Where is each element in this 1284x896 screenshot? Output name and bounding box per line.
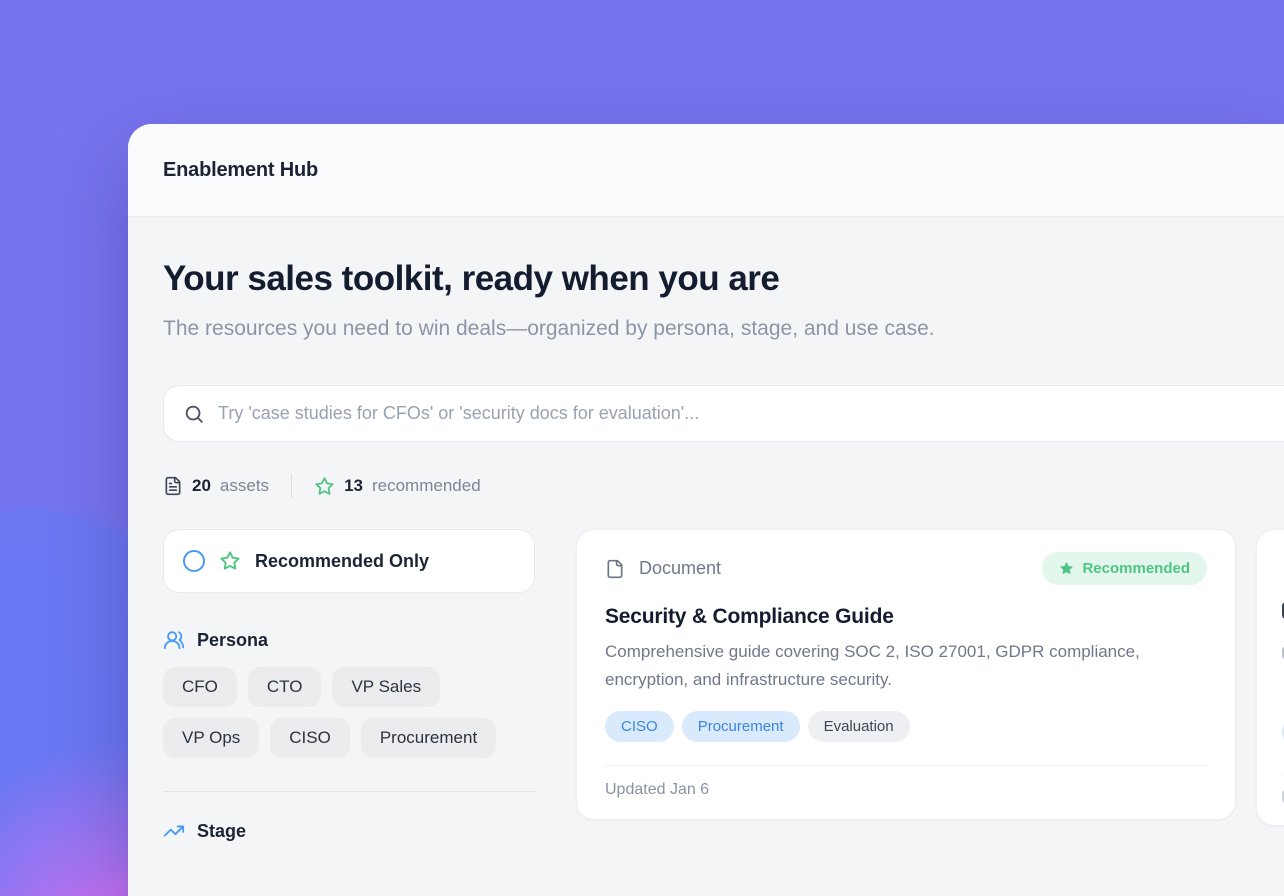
file-icon — [605, 559, 625, 579]
card-header-row: Document Recommended — [605, 552, 1207, 585]
stage-section-label: Stage — [197, 821, 246, 842]
recommended-only-toggle[interactable]: Recommended Only — [163, 529, 535, 593]
asset-card-security-compliance-guide[interactable]: Document Recommended Security & Complian… — [576, 529, 1236, 820]
recommended-badge-label: Recommended — [1082, 560, 1190, 577]
persona-section-label: Persona — [197, 630, 268, 651]
persona-section-header: Persona — [163, 629, 535, 651]
search-input[interactable] — [218, 403, 1284, 424]
enablement-hub-panel: Enablement Hub Your sales toolkit, ready… — [128, 124, 1284, 896]
card-divider — [605, 765, 1207, 766]
search-bar[interactable] — [163, 385, 1284, 442]
app-title: Enablement Hub — [163, 159, 318, 182]
users-icon — [163, 629, 185, 651]
file-text-icon — [163, 476, 183, 496]
radio-circle-icon[interactable] — [183, 550, 205, 572]
panel-header: Enablement Hub — [128, 124, 1284, 217]
asset-card-partial[interactable] — [1256, 529, 1284, 826]
card-type: Document — [605, 558, 721, 579]
card-updated-date: Updated Jan 6 — [605, 781, 1207, 799]
panel-body: Your sales toolkit, ready when you are T… — [128, 259, 1284, 842]
persona-chip-cto[interactable]: CTO — [248, 667, 322, 707]
recommended-count: 13 — [344, 476, 363, 496]
tag-evaluation: Evaluation — [808, 711, 910, 742]
card-tags: CISO Procurement Evaluation — [605, 711, 1207, 742]
recommended-label: recommended — [372, 476, 481, 496]
persona-chips: CFO CTO VP Sales VP Ops CISO Procurement — [163, 667, 535, 758]
star-filled-icon — [1059, 561, 1074, 576]
asset-cards-row: Document Recommended Security & Complian… — [576, 529, 1284, 826]
card-description: Comprehensive guide covering SOC 2, ISO … — [605, 638, 1197, 694]
stats-row: 20 assets 13 recommended — [163, 474, 1284, 498]
persona-chip-vp-sales[interactable]: VP Sales — [332, 667, 440, 707]
card-title: Security & Compliance Guide — [605, 605, 1207, 629]
persona-chip-cfo[interactable]: CFO — [163, 667, 237, 707]
persona-chip-ciso[interactable]: CISO — [270, 718, 350, 758]
persona-chip-procurement[interactable]: Procurement — [361, 718, 496, 758]
recommended-stat: 13 recommended — [314, 476, 481, 497]
recommended-only-label: Recommended Only — [255, 551, 429, 572]
star-icon — [314, 476, 335, 497]
stats-divider — [291, 474, 292, 498]
assets-stat: 20 assets — [163, 476, 269, 496]
persona-chip-vp-ops[interactable]: VP Ops — [163, 718, 259, 758]
sidebar-divider — [163, 791, 535, 792]
assets-label: assets — [220, 476, 269, 496]
star-icon — [219, 550, 241, 572]
tag-procurement: Procurement — [682, 711, 800, 742]
trending-up-icon — [163, 820, 185, 842]
recommended-badge: Recommended — [1042, 552, 1207, 585]
assets-count: 20 — [192, 476, 211, 496]
page-title: Your sales toolkit, ready when you are — [163, 259, 1284, 299]
stage-section-header: Stage — [163, 820, 535, 842]
content-area: Recommended Only Persona CFO CTO VP Sale… — [163, 529, 1284, 842]
card-type-label: Document — [639, 558, 721, 579]
page-subtitle: The resources you need to win deals—orga… — [163, 309, 943, 349]
filter-sidebar: Recommended Only Persona CFO CTO VP Sale… — [163, 529, 535, 842]
tag-ciso: CISO — [605, 711, 674, 742]
search-icon — [183, 403, 205, 425]
